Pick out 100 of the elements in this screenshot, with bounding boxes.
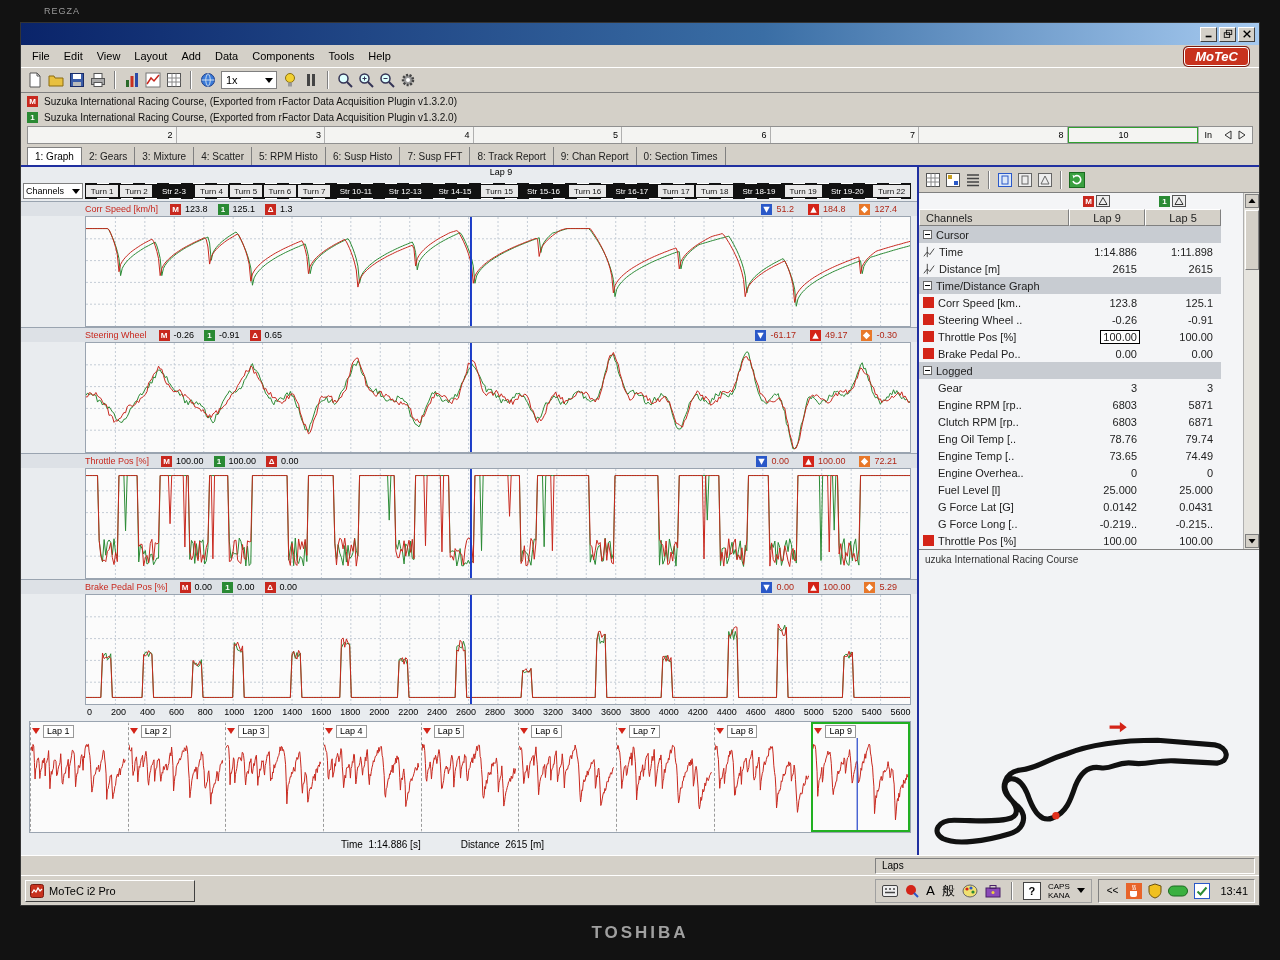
lap-segment[interactable]: Lap 9 — [811, 722, 911, 832]
grid-icon[interactable] — [925, 171, 941, 188]
close-button[interactable] — [1238, 26, 1255, 42]
menu-item[interactable]: Tools — [321, 48, 362, 64]
delta-icon[interactable] — [1172, 195, 1186, 207]
channel-name[interactable]: Corr Speed [km.. — [938, 296, 1022, 309]
printer-icon[interactable] — [90, 72, 106, 88]
lap-segment[interactable]: Lap 2 — [127, 722, 226, 832]
cursor-time: Time 1:14.886 [s] — [341, 838, 421, 850]
checkmark-icon[interactable] — [1194, 882, 1211, 899]
page-icon[interactable] — [27, 72, 43, 88]
channel-name[interactable]: Time — [939, 245, 964, 258]
scroll-thumb[interactable] — [1244, 210, 1259, 270]
channel-name[interactable]: Gear — [938, 381, 963, 394]
channel-name[interactable]: Engine RPM [rp.. — [938, 398, 1022, 411]
collapse-icon[interactable] — [923, 366, 932, 375]
worksheet-tab[interactable]: 4: Scatter — [194, 147, 252, 165]
table-icon[interactable] — [945, 171, 961, 188]
worksheet-tab[interactable]: 9: Chan Report — [553, 147, 637, 165]
column-header[interactable]: Lap 9 — [1069, 209, 1145, 226]
channel-name[interactable]: Brake Pedal Po.. — [938, 347, 1021, 360]
worksheet-tab[interactable]: 2: Gears — [81, 147, 136, 165]
channel-label: Brake Pedal Pos [%] — [85, 582, 168, 592]
channel-name[interactable]: Steering Wheel .. — [938, 313, 1023, 326]
group-header[interactable]: Cursor — [919, 226, 1221, 243]
worksheet-tab[interactable]: 5: RPM Histo — [252, 147, 326, 165]
taskbar-button[interactable]: MoTeC i2 Pro — [25, 879, 195, 902]
pill-icon[interactable] — [1168, 884, 1189, 897]
menu-item[interactable]: View — [89, 48, 128, 64]
cup-icon[interactable] — [1126, 882, 1143, 899]
frame-icon[interactable] — [997, 171, 1013, 188]
lap-segment[interactable]: Lap 4 — [323, 722, 421, 832]
delta-icon[interactable] — [1096, 195, 1110, 207]
zoom-out-icon[interactable] — [379, 72, 395, 88]
statistic-value: 5.29 — [879, 582, 897, 592]
lap-segment[interactable]: Lap 8 — [713, 722, 812, 832]
channel-name[interactable]: Fuel Level [l] — [938, 483, 1001, 496]
scrollbar[interactable] — [1243, 193, 1259, 549]
input-mode[interactable]: A — [926, 883, 935, 898]
table-icon[interactable] — [166, 72, 182, 88]
worksheet-tab[interactable]: 0: Section Times — [636, 147, 726, 165]
pin-icon[interactable] — [905, 883, 920, 898]
lap-segment[interactable]: Lap 5 — [420, 722, 519, 832]
channel-name[interactable]: Throttle Pos [%] — [938, 330, 1017, 343]
lap-label: Lap 9 — [488, 167, 514, 179]
collapse-icon[interactable] — [923, 281, 932, 290]
collapse-icon[interactable] — [923, 230, 932, 239]
channel-name[interactable]: G Force Lat [G] — [938, 500, 1014, 513]
group-header[interactable]: Time/Distance Graph — [919, 277, 1221, 294]
settings-icon[interactable] — [400, 72, 416, 88]
menu-item[interactable]: Edit — [56, 48, 90, 64]
lap-marker-icon — [32, 728, 40, 734]
channel-name[interactable]: Engine Overhea.. — [938, 466, 1024, 479]
line-chart-icon[interactable] — [145, 72, 161, 88]
globe-icon[interactable] — [200, 72, 216, 88]
conversion-mode[interactable]: 般 — [942, 881, 955, 900]
selected-range[interactable]: 10 — [1067, 127, 1198, 143]
channel-name[interactable]: Throttle Pos [%] — [938, 534, 1017, 547]
menu-item[interactable]: Layout — [127, 48, 175, 64]
worksheet-tab[interactable]: 1: Graph — [27, 147, 82, 165]
lap-segment[interactable]: Lap 7 — [616, 722, 714, 832]
keyboard-icon[interactable] — [882, 884, 899, 897]
menu-item[interactable]: Help — [361, 48, 398, 64]
frame-icon[interactable] — [1017, 171, 1033, 188]
expand-button[interactable]: << — [1104, 885, 1121, 896]
lap-segment[interactable]: Lap 6 — [518, 722, 617, 832]
channel-name[interactable]: Eng Oil Temp [.. — [938, 432, 1017, 445]
channel-name[interactable]: Clutch RPM [rp.. — [938, 415, 1019, 428]
toolbox-icon[interactable] — [985, 883, 1001, 898]
lap-segment[interactable]: Lap 3 — [225, 722, 323, 832]
restore-button[interactable] — [1219, 26, 1236, 42]
help-button[interactable]: ? — [1023, 881, 1041, 900]
menu-item[interactable]: Add — [174, 48, 208, 64]
lightbulb-icon[interactable] — [282, 72, 298, 88]
worksheet-tab[interactable]: 6: Susp Histo — [325, 147, 401, 165]
bar-chart-icon[interactable] — [124, 72, 140, 88]
right-arrow-icon[interactable] — [1238, 130, 1246, 140]
menu-item[interactable]: File — [25, 48, 57, 64]
caret-icon[interactable] — [1076, 888, 1085, 893]
refresh-icon[interactable] — [1069, 171, 1085, 188]
column-header[interactable]: Lap 5 — [1145, 209, 1221, 226]
menu-item[interactable]: Data — [207, 48, 246, 64]
search-icon[interactable] — [337, 72, 353, 88]
channel-name[interactable]: G Force Long [.. — [938, 517, 1018, 530]
shield-icon[interactable] — [1148, 882, 1163, 899]
channel-dropdown[interactable]: Channels — [23, 183, 83, 199]
minimize-button[interactable] — [1200, 26, 1217, 42]
group-header[interactable]: Logged — [919, 362, 1221, 379]
channel-name[interactable]: Engine Temp [.. — [938, 449, 1015, 462]
list-icon[interactable] — [965, 171, 981, 188]
menu-item[interactable]: Components — [245, 48, 322, 64]
channel-name[interactable]: Distance [m] — [939, 262, 1001, 275]
zoom-in-icon[interactable] — [358, 72, 374, 88]
left-arrow-icon[interactable] — [1224, 130, 1232, 140]
worksheet-tab[interactable]: 7: Susp FFT — [400, 147, 471, 165]
lap-segment[interactable]: Lap 1 — [30, 722, 128, 832]
palette-icon[interactable] — [962, 883, 978, 898]
worksheet-tab[interactable]: 3: Mixture — [135, 147, 195, 165]
worksheet-tab[interactable]: 8: Track Report — [470, 147, 554, 165]
zoom-dropdown[interactable]: 1x — [221, 71, 277, 89]
